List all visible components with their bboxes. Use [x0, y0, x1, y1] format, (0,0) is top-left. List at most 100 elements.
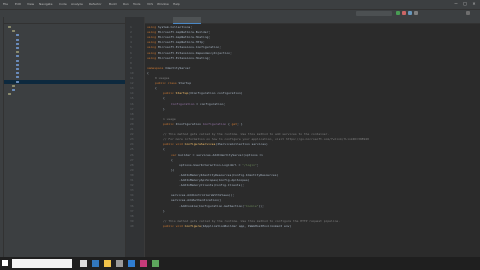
- file-icon: [12, 89, 15, 91]
- code-line: using Microsoft.AspNetCore.Hosting;: [147, 35, 210, 39]
- menu-refactor[interactable]: Refactor: [89, 2, 102, 6]
- menu-view[interactable]: View: [27, 2, 34, 6]
- menu-navigate[interactable]: Navigate: [39, 2, 52, 6]
- code-line: public Startup(IConfiguration configurat…: [163, 91, 242, 95]
- stop-icon[interactable]: [414, 11, 418, 15]
- menu-help[interactable]: Help: [173, 2, 180, 6]
- line-number: 22: [130, 132, 134, 137]
- folder-icon: [12, 30, 15, 33]
- debug-icon[interactable]: [402, 11, 406, 15]
- file-icon: [16, 47, 19, 49]
- code-line: }): [171, 168, 175, 172]
- code-editor[interactable]: using System.Collections; using Microsoft…: [145, 24, 480, 257]
- task-view-icon[interactable]: [80, 260, 87, 267]
- code-line: {: [147, 71, 149, 75]
- code-token: (IApplicationBuilder app, IWebHostEnviro…: [200, 223, 292, 228]
- line-number: 34: [130, 193, 134, 198]
- code-line: .AddInMemoryIdentityResources(Config.Ide…: [179, 173, 278, 177]
- code-token: (IServiceCollection services): [215, 142, 268, 147]
- line-number: 9: [130, 65, 132, 70]
- code-line: .AddInMemoryApiScopes(Config.ApiScopes): [179, 178, 249, 182]
- line-number: 35: [130, 198, 134, 203]
- code-token: Configuration: [171, 101, 195, 106]
- line-number: 20: [130, 121, 134, 126]
- file-icon: [16, 55, 19, 58]
- code-token: .AddCookie(Configuration.GetSection(: [179, 203, 245, 208]
- menu-vcs[interactable]: VCS: [147, 2, 153, 6]
- rider-icon[interactable]: [140, 260, 147, 267]
- search-everywhere-icon[interactable]: [466, 11, 470, 15]
- code-line: public void ConfigureServices(IServiceCo…: [163, 142, 268, 146]
- code-token: public: [163, 121, 174, 126]
- code-line: services.AddAuthentication(): [171, 198, 222, 202]
- code-line: public void Configure(IApplicationBuilde…: [163, 224, 291, 228]
- line-number: 15: [130, 96, 134, 101]
- line-number: 6: [130, 50, 132, 55]
- code-line: options.UserInteraction.LoginUrl = "/log…: [179, 163, 258, 167]
- code-line: {: [155, 86, 157, 90]
- menu-build[interactable]: Build: [109, 2, 117, 6]
- menu-analyze[interactable]: Analyze: [71, 2, 83, 6]
- code-line: using Microsoft.AspNetCore.Http;: [147, 40, 205, 44]
- menu-window[interactable]: Window: [157, 2, 169, 6]
- close-button[interactable]: ✕: [470, 1, 478, 7]
- menu-tools[interactable]: Tools: [133, 2, 140, 6]
- menu-edit[interactable]: Edit: [15, 2, 21, 6]
- start-icon[interactable]: [2, 260, 8, 266]
- code-token: {: [163, 147, 165, 152]
- line-number: 5: [130, 45, 132, 50]
- code-token: }: [163, 208, 165, 213]
- code-token: ; }: [237, 121, 243, 126]
- code-line: }: [163, 209, 165, 213]
- explorer-icon[interactable]: [104, 260, 111, 267]
- file-icon: [16, 59, 19, 62]
- run-icon[interactable]: [396, 11, 400, 15]
- file-icon: [16, 63, 19, 66]
- line-number: 23: [130, 137, 134, 142]
- chrome-icon[interactable]: [152, 260, 159, 267]
- code-token: namespace: [147, 65, 164, 70]
- file-icon: [16, 38, 19, 41]
- taskbar-search-input[interactable]: [12, 259, 72, 268]
- code-token: // This method gets called by the runtim…: [163, 218, 341, 223]
- code-token: "/login": [242, 162, 257, 167]
- code-token: 1 usage: [163, 116, 176, 121]
- code-token: public void: [163, 223, 183, 228]
- project-panel-header: [4, 17, 125, 24]
- run-configuration-select[interactable]: [356, 11, 392, 16]
- code-token: {: [155, 86, 157, 91]
- edge-icon[interactable]: [92, 260, 99, 267]
- code-token: .AddInMemoryApiScopes(Config.ApiScopes): [179, 178, 250, 182]
- code-line: using Microsoft.Extensions.Configuration…: [147, 45, 221, 49]
- code-token: {: [147, 70, 149, 75]
- mail-icon[interactable]: [128, 260, 135, 267]
- menu-file[interactable]: File: [3, 2, 8, 6]
- code-token: Microsoft.AspNetCore.Builder;: [156, 30, 211, 35]
- file-icon: [16, 34, 19, 37]
- line-number: 33: [130, 188, 134, 193]
- code-line: namespace IdentityServer: [147, 66, 190, 70]
- minimize-button[interactable]: –: [452, 1, 460, 7]
- line-number: 4: [130, 40, 132, 45]
- line-number: 7: [130, 55, 132, 60]
- code-token: // This method gets called by the runtim…: [163, 132, 330, 137]
- code-token: builder = services.AddIdentityServer(opt…: [176, 152, 264, 157]
- code-token: ;: [256, 162, 259, 167]
- editor-tab[interactable]: [173, 17, 201, 24]
- menu-run[interactable]: Run: [123, 2, 129, 6]
- menu-code[interactable]: Code: [59, 2, 67, 6]
- code-line: .AddInMemoryClients(Config.Clients);: [179, 183, 244, 187]
- line-number: 11: [130, 76, 134, 80]
- line-number: 1: [130, 25, 132, 29]
- maximize-button[interactable]: □: [461, 1, 469, 7]
- code-token: using: [147, 45, 157, 50]
- store-icon[interactable]: [116, 260, 123, 267]
- navigation-bar: [0, 9, 480, 17]
- code-token: using: [147, 55, 157, 60]
- build-icon[interactable]: [408, 11, 412, 15]
- editor-tab[interactable]: [145, 17, 173, 23]
- file-icon: [16, 42, 19, 45]
- code-line: services.AddControllersWithViews();: [171, 193, 234, 197]
- code-token: ConfigureServices: [182, 142, 216, 147]
- tree-item[interactable]: [4, 92, 125, 96]
